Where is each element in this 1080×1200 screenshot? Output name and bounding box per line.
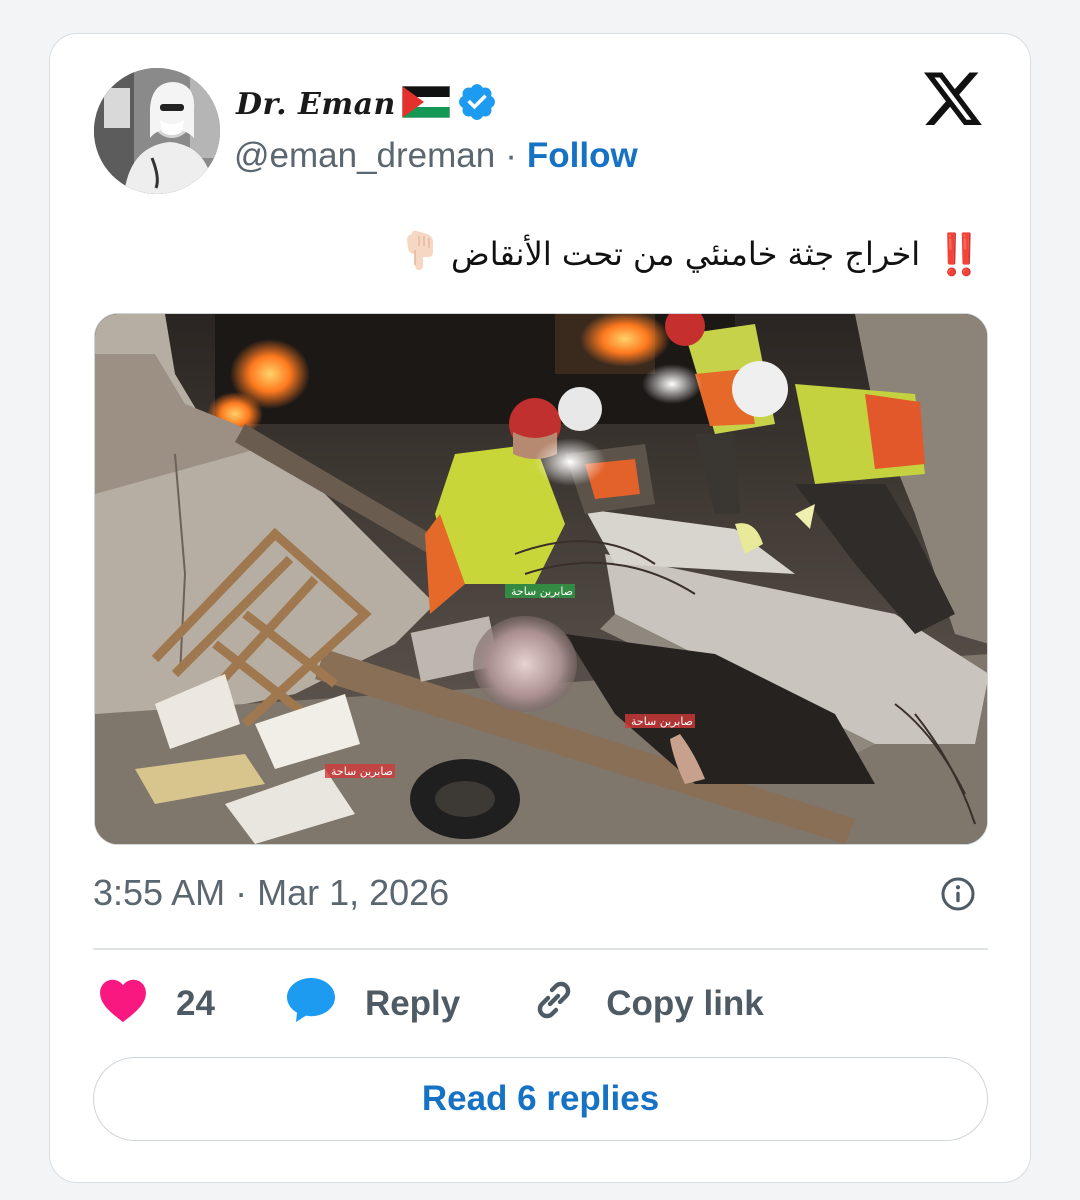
pointing-down-emoji bbox=[403, 230, 437, 278]
palestine-flag-icon bbox=[401, 85, 451, 123]
tweet-body: اخراج جثة خامنئي من تحت الأنقاض bbox=[451, 235, 921, 273]
info-icon[interactable] bbox=[940, 876, 976, 912]
like-button[interactable]: 24 bbox=[98, 977, 215, 1032]
separator-dot: · bbox=[505, 136, 517, 175]
author-name-row[interactable]: Dr. Eman bbox=[236, 82, 498, 126]
heart-icon bbox=[98, 977, 148, 1032]
tweet-media-image[interactable]: صابرين ساحة صابرين ساحة صابرين ساحة bbox=[94, 313, 988, 845]
avatar[interactable] bbox=[94, 68, 220, 194]
media-watermark: صابرين ساحة bbox=[631, 715, 693, 728]
x-logo-icon[interactable] bbox=[924, 72, 984, 128]
divider bbox=[93, 948, 988, 950]
link-icon bbox=[530, 976, 578, 1033]
like-count: 24 bbox=[176, 984, 215, 1023]
double-exclamation-emoji: ‼️ bbox=[934, 231, 984, 278]
tweet-text: ‼️ اخراج جثة خامنئي من تحت الأنقاض bbox=[403, 230, 984, 278]
author-handle[interactable]: @eman_dreman bbox=[234, 136, 495, 176]
copy-link-label: Copy link bbox=[606, 984, 764, 1023]
reply-label: Reply bbox=[364, 984, 461, 1023]
action-bar: 24 Reply Copy link bbox=[98, 974, 834, 1034]
author-display-name[interactable]: Dr. Eman bbox=[236, 87, 396, 122]
author-handle-row: @eman_dreman · Follow bbox=[234, 136, 638, 176]
media-watermark: صابرين ساحة bbox=[511, 585, 573, 598]
read-replies-label: Read 6 replies bbox=[421, 1079, 660, 1118]
copy-link-button[interactable]: Copy link bbox=[530, 976, 764, 1033]
reply-button[interactable]: Reply bbox=[285, 976, 460, 1033]
follow-button[interactable]: Follow bbox=[527, 136, 638, 176]
read-replies-button[interactable]: Read 6 replies bbox=[93, 1057, 988, 1141]
media-watermark: صابرين ساحة bbox=[331, 765, 393, 778]
speech-bubble-icon bbox=[285, 976, 337, 1033]
tweet-embed-card: Dr. Eman @eman_dreman · Follow ‼️ اخراج … bbox=[49, 33, 1031, 1183]
tweet-timestamp[interactable]: 3:55 AM · Mar 1, 2026 bbox=[93, 872, 449, 914]
verified-badge-icon bbox=[456, 81, 498, 128]
